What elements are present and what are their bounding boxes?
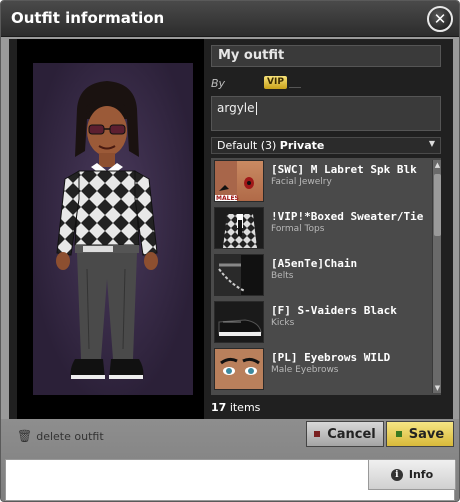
folder-privacy: Private (279, 139, 325, 152)
item-name: [PL] Eyebrows WILD (271, 351, 391, 364)
item-category: Male Eyebrows (271, 365, 339, 375)
item-name: !VIP!*Boxed Sweater/Tie (271, 210, 424, 223)
item-thumbnail-chain (214, 254, 264, 296)
cancel-label: Cancel (327, 426, 376, 442)
item-count-number: 17 (211, 401, 227, 414)
item-category: Kicks (271, 318, 295, 328)
avatar-figure (56, 81, 158, 379)
author-underline (289, 87, 301, 88)
dialog-footer: 🗑 delete outfit Cancel Save i Info (1, 419, 459, 501)
item-name: [A5enTe]Chain (271, 257, 358, 270)
folder-label: Default (3) (217, 139, 277, 152)
list-item[interactable]: !VIP!*Boxed Sweater/Tie Formal Tops (211, 205, 441, 252)
list-item[interactable]: [PL] Eyebrows WILD Male Eyebrows (211, 346, 441, 393)
dialog-title: Outfit information (11, 9, 165, 27)
thumbnail-caption: MALES (216, 195, 239, 202)
list-item[interactable]: [F] S-Vaiders Black Kicks (211, 299, 441, 346)
delete-outfit-label: delete outfit (36, 430, 104, 443)
vip-badge: VIP (264, 76, 287, 89)
info-label: Info (408, 468, 434, 481)
save-button[interactable]: Save (386, 421, 454, 447)
list-item[interactable]: [A5enTe]Chain Belts (211, 252, 441, 299)
trash-icon: 🗑 (17, 429, 33, 443)
item-category: Formal Tops (271, 224, 325, 234)
list-item[interactable]: MALES [SWC] M Labret Spk Blk Facial Jewe… (211, 158, 441, 205)
dialog-body: My outfit By VIP argyle Default (3) Priv… (9, 39, 453, 419)
outfit-information-dialog: Outfit information ✕ My outfit By VIP ar… (0, 0, 460, 502)
scroll-up-icon[interactable]: ▲ (433, 160, 441, 170)
close-button[interactable]: ✕ (427, 6, 453, 32)
delete-outfit-link[interactable]: 🗑 delete outfit (17, 429, 104, 443)
info-bar: i Info (5, 459, 456, 501)
scroll-thumb[interactable] (434, 174, 441, 236)
outfit-name-field[interactable]: My outfit (211, 45, 441, 67)
info-icon: i (390, 468, 403, 481)
save-label: Save (408, 426, 445, 442)
item-category: Belts (271, 271, 294, 281)
close-icon: ✕ (433, 10, 447, 28)
cancel-button[interactable]: Cancel (306, 421, 384, 447)
item-count: 17 items (211, 401, 260, 414)
item-thumbnail-eyebrows (214, 348, 264, 390)
item-name: [SWC] M Labret Spk Blk (271, 163, 417, 176)
info-button[interactable]: i Info (368, 460, 456, 490)
item-count-suffix: items (229, 401, 261, 414)
description-text: argyle (217, 101, 255, 115)
item-thumbnail-labret: MALES (214, 160, 264, 202)
list-scrollbar[interactable]: ▲ ▼ (432, 160, 441, 393)
text-caret (255, 102, 257, 115)
avatar-preview (17, 39, 204, 419)
item-name: [F] S-Vaiders Black (271, 304, 397, 317)
item-thumbnail-sweater (214, 207, 264, 249)
folder-dropdown[interactable]: Default (3) Private ▼ (211, 137, 441, 154)
outfit-details-panel: My outfit By VIP argyle Default (3) Priv… (209, 39, 453, 419)
scroll-down-icon[interactable]: ▼ (433, 383, 441, 393)
outfit-description-field[interactable]: argyle (211, 96, 441, 131)
outfit-items-list: MALES [SWC] M Labret Spk Blk Facial Jewe… (211, 158, 441, 395)
save-square-icon (395, 431, 402, 437)
item-thumbnail-shoes (214, 301, 264, 343)
title-bar: Outfit information ✕ (1, 1, 459, 37)
item-category: Facial Jewelry (271, 177, 332, 187)
cancel-square-icon (314, 431, 321, 437)
chevron-down-icon: ▼ (428, 139, 435, 148)
by-label: By (211, 77, 226, 90)
